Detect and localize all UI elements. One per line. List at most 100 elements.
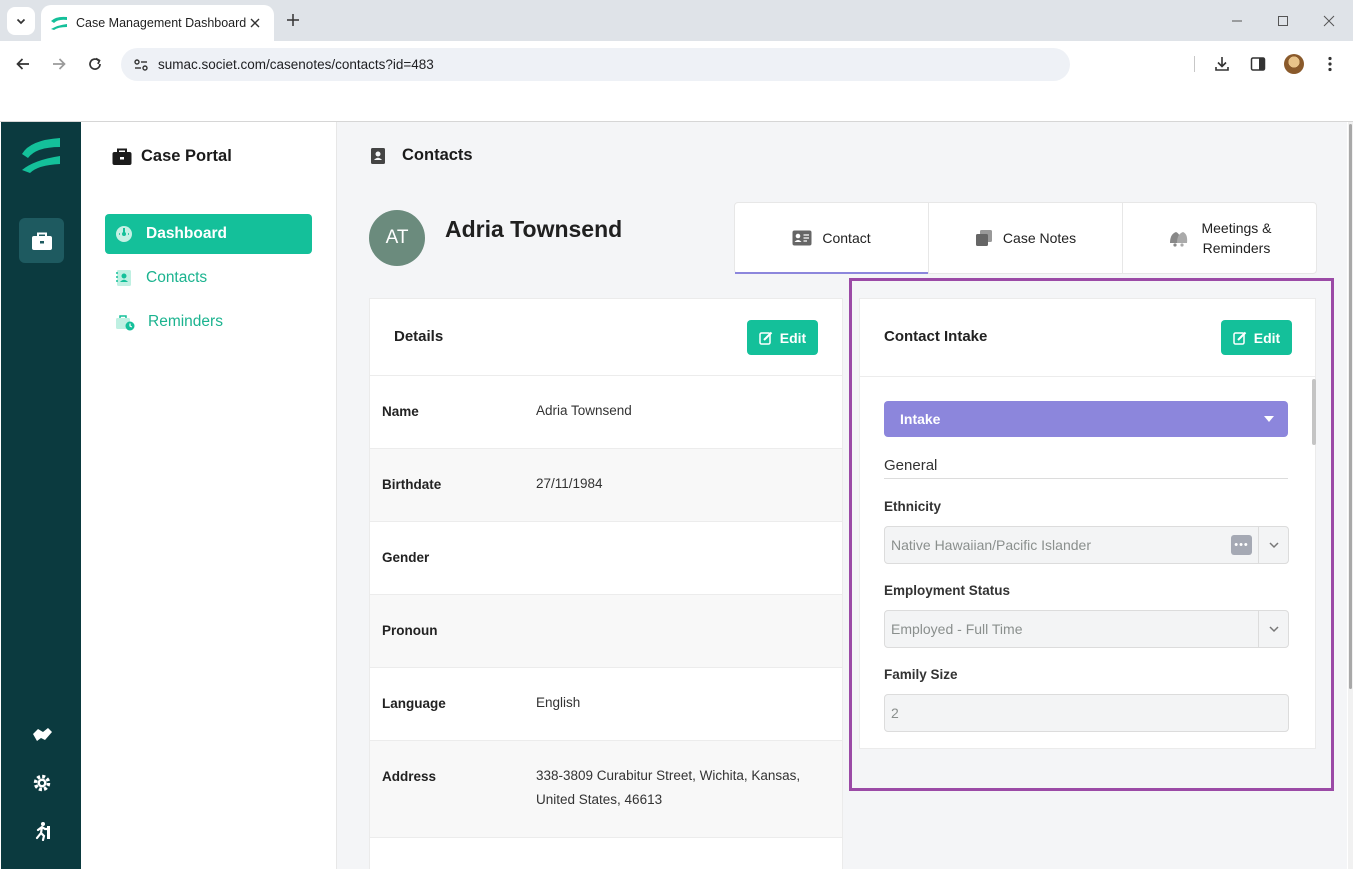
field-label-employment-status: Employment Status [884,583,1011,598]
detail-row-address: Address 338-3809 Curabitur Street, Wichi… [370,740,842,837]
tab-label: Case Notes [1002,230,1077,246]
tab-contact[interactable]: Contact [735,203,929,274]
more-options-icon[interactable]: ••• [1231,535,1252,555]
reload-icon[interactable] [81,50,109,78]
nav-item-label: Contacts [146,269,208,286]
tab-meetings-reminders[interactable]: Meetings & Reminders [1123,203,1316,273]
intake-dropdown-label: Intake [900,411,941,427]
portal-title: Case Portal [112,147,232,166]
handshake-icon [32,727,52,741]
nav-item-reminders[interactable]: Reminders [105,302,312,342]
nav-item-contacts[interactable]: Contacts [105,258,312,298]
profile-avatar[interactable] [1284,54,1304,74]
intake-edit-button[interactable]: Edit [1221,320,1292,355]
nav-item-label: Dashboard [146,225,227,242]
briefcase-clock-icon [116,315,135,331]
tab-case-notes[interactable]: Case Notes [929,203,1123,273]
contact-book-icon [116,270,131,286]
detail-row-pronoun: Pronoun [370,594,842,667]
chevron-down-icon[interactable] [1258,611,1288,647]
side-navigation: Case Portal Dashboard Contacts Reminders [81,122,337,869]
field-label-ethnicity: Ethnicity [884,499,942,514]
dashboard-gauge-icon [116,226,132,242]
back-icon[interactable] [9,50,37,78]
bells-icon [1170,232,1188,247]
rail-briefcase-button[interactable] [19,218,64,263]
tab-label: Meetings & Reminders [1201,218,1271,258]
contact-name: Adria Townsend [445,216,623,242]
page-title: Contacts [402,146,473,164]
browser-tab-strip: Case Management Dashboard [0,0,1353,41]
section-title-general: General [884,457,1288,479]
tab-title: Case Management Dashboard [76,16,246,30]
detail-label: Pronoun [382,623,438,638]
detail-row-gender: Gender [370,521,842,594]
page-header: Contacts [369,146,473,165]
nav-item-label: Reminders [148,313,223,330]
detail-value: 338-3809 Curabitur Street, Wichita, Kans… [536,764,800,812]
rail-logout-button[interactable] [19,808,64,853]
details-title: Details [394,328,444,345]
edit-label: Edit [779,329,807,346]
intake-scrollbar[interactable] [1312,379,1316,445]
detail-row-name: Name Adria Townsend [370,375,842,448]
forward-icon[interactable] [45,50,73,78]
rail-handshake-button[interactable] [19,712,64,757]
detail-value: 27/11/1984 [536,476,603,491]
details-card: Details Edit Name Adria Townsend Birthda… [369,298,843,869]
toolbar-divider [1194,56,1195,72]
tab-search-button[interactable] [7,7,35,35]
site-settings-icon[interactable] [131,55,151,75]
browser-toolbar: sumac.societ.com/casenotes/contacts?id=4… [0,41,1353,87]
edit-icon [759,331,772,345]
close-window-icon[interactable] [1315,9,1343,33]
contact-avatar: AT [369,210,425,266]
family-size-input[interactable]: 2 [884,694,1289,732]
side-panel-icon[interactable] [1244,50,1272,78]
contact-book-icon [371,147,385,164]
details-edit-button[interactable]: Edit [747,320,818,355]
detail-label: Language [382,696,446,711]
main-content: Contacts AT Adria Townsend Contact Case … [337,122,1347,869]
more-menu-icon[interactable] [1316,50,1344,78]
tab-label-line: Meetings & [1201,220,1272,236]
briefcase-icon [31,232,52,250]
rail-settings-button[interactable] [19,760,64,805]
chevron-down-icon[interactable] [1258,527,1288,563]
new-tab-icon[interactable] [283,10,303,30]
close-tab-icon[interactable] [246,14,264,32]
ethnicity-value: Native Hawaiian/Pacific Islander [891,537,1091,553]
gear-icon [33,774,50,791]
detail-label: Gender [382,550,430,565]
family-size-value: 2 [891,705,899,721]
sumac-logo-icon[interactable] [20,136,64,174]
exit-running-icon [35,821,50,841]
address-bar[interactable]: sumac.societ.com/casenotes/contacts?id=4… [121,48,1070,81]
detail-label: Name [382,404,419,419]
address-line: 338-3809 Curabitur Street, Wichita, Kans… [536,768,801,783]
employment-status-value: Employed - Full Time [891,621,1023,637]
id-card-icon [792,230,812,246]
field-label-family-size: Family Size [884,667,958,682]
contact-intake-card: Contact Intake Edit Intake General Ethni… [859,298,1316,749]
detail-row-empty [370,837,842,869]
intake-scroll-area[interactable]: Intake General Ethnicity Native Hawaiian… [860,376,1316,748]
chevron-down-icon [16,18,26,25]
browser-tab[interactable]: Case Management Dashboard [41,5,274,41]
minimize-icon[interactable] [1223,9,1251,33]
nav-item-dashboard[interactable]: Dashboard [105,214,312,254]
briefcase-icon [112,148,132,165]
detail-value: English [536,695,581,710]
employment-status-select[interactable]: Employed - Full Time [884,610,1289,648]
icon-rail [1,122,81,869]
portal-title-text: Case Portal [141,147,232,165]
intake-section-dropdown[interactable]: Intake [884,401,1288,437]
notes-icon [975,230,992,246]
ethnicity-select[interactable]: Native Hawaiian/Pacific Islander ••• [884,526,1289,564]
download-icon[interactable] [1208,50,1236,78]
url-text: sumac.societ.com/casenotes/contacts?id=4… [158,57,434,72]
tab-label-line: Reminders [1202,240,1271,256]
detail-row-birthdate: Birthdate 27/11/1984 [370,448,842,521]
page-scrollbar-thumb[interactable] [1349,124,1352,689]
maximize-icon[interactable] [1269,9,1297,33]
